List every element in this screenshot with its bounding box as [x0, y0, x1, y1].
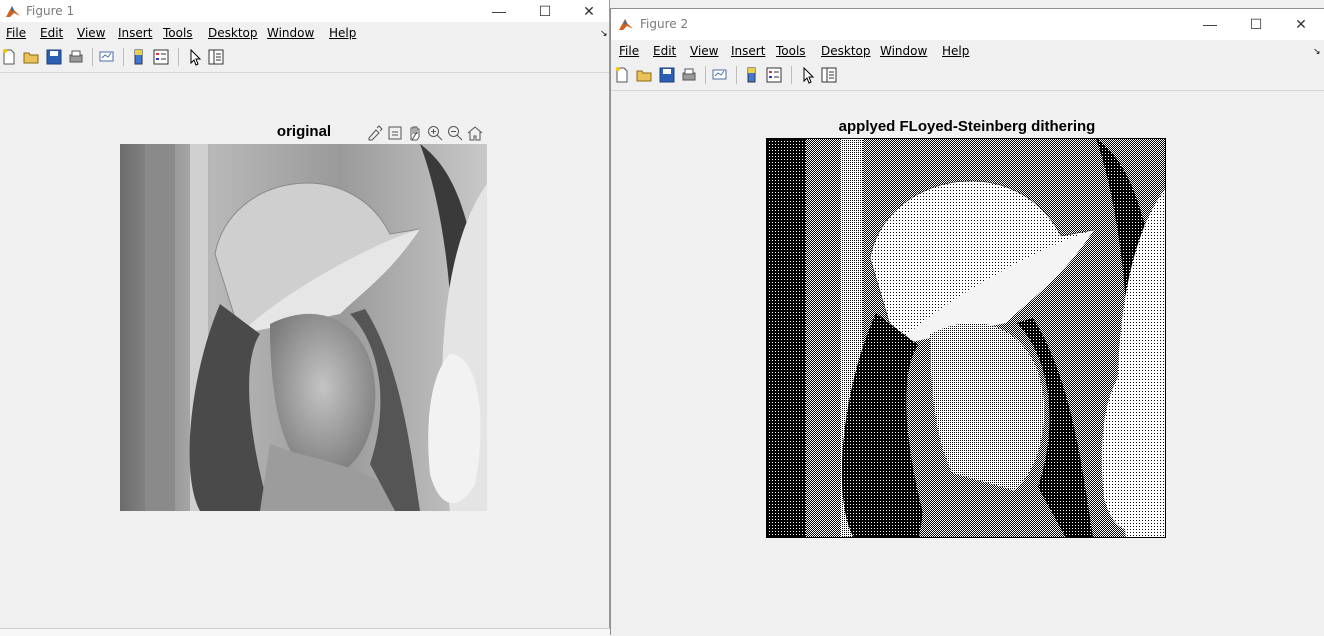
colorbar-icon[interactable]: [130, 48, 148, 66]
menu-desktop[interactable]: Desktop: [208, 26, 258, 40]
menu-window-label: Window: [880, 44, 928, 58]
menu-edit[interactable]: Edit: [40, 26, 63, 40]
save-icon[interactable]: [45, 48, 63, 66]
menu-tools[interactable]: Tools: [776, 44, 806, 58]
menu-help[interactable]: Help: [942, 44, 969, 58]
legend-icon[interactable]: [152, 48, 170, 66]
figure-toolbar: [611, 62, 1324, 91]
window-title: Figure 2: [640, 17, 689, 31]
menu-window[interactable]: Window: [880, 44, 927, 58]
colorbar-icon[interactable]: [743, 66, 761, 84]
menu-help-label: Help: [942, 44, 970, 58]
toolbar-separator: [736, 66, 737, 84]
menu-bar: File Edit View Insert Tools Desktop Wind…: [611, 40, 1324, 62]
zoom-in-icon[interactable]: [426, 124, 444, 142]
menu-desktop-label: Desktop: [821, 44, 871, 58]
menu-help[interactable]: Help: [329, 26, 356, 40]
title-bar[interactable]: Figure 1 — ☐ ✕: [0, 0, 609, 22]
figure-toolbar: [0, 44, 609, 73]
menu-insert-label: Insert: [731, 44, 766, 58]
toolbar-separator: [178, 48, 179, 66]
menu-window-label: Window: [267, 26, 315, 40]
dock-arrow-icon[interactable]: ↘: [600, 28, 608, 39]
figure-1-window: Figure 1 — ☐ ✕ File Edit View Insert Too…: [0, 0, 610, 636]
new-figure-icon[interactable]: [0, 48, 18, 66]
menu-desktop[interactable]: Desktop: [821, 44, 871, 58]
menu-edit-label: Edit: [653, 44, 677, 58]
pointer-icon[interactable]: [799, 66, 817, 84]
toolbar-separator: [791, 66, 792, 84]
menu-view-label: View: [77, 26, 106, 40]
dithered-image: [766, 138, 1166, 538]
menu-edit[interactable]: Edit: [653, 44, 676, 58]
toolbar-separator: [123, 48, 124, 66]
datatip-icon[interactable]: [386, 124, 404, 142]
home-icon[interactable]: [466, 124, 484, 142]
menu-bar: File Edit View Insert Tools Desktop Wind…: [0, 22, 609, 44]
menu-file[interactable]: File: [619, 44, 639, 58]
dock-arrow-icon[interactable]: ↘: [1313, 46, 1321, 57]
menu-view[interactable]: View: [690, 44, 718, 58]
figure-2-window: Figure 2 — ☐ ✕ File Edit View Insert Too…: [610, 8, 1324, 635]
close-icon[interactable]: ✕: [566, 0, 612, 22]
maximize-icon[interactable]: ☐: [522, 0, 568, 22]
menu-insert[interactable]: Insert: [118, 26, 152, 40]
pan-icon[interactable]: [406, 124, 424, 142]
menu-insert-label: Insert: [118, 26, 153, 40]
open-icon[interactable]: [22, 48, 40, 66]
menu-view[interactable]: View: [77, 26, 105, 40]
menu-window[interactable]: Window: [267, 26, 314, 40]
menu-tools[interactable]: Tools: [163, 26, 193, 40]
pointer-icon[interactable]: [186, 48, 204, 66]
axes-toolbar: [366, 124, 490, 142]
link-plot-icon[interactable]: [98, 48, 116, 66]
menu-desktop-label: Desktop: [208, 26, 258, 40]
minimize-icon[interactable]: —: [476, 0, 522, 22]
print-icon[interactable]: [67, 48, 85, 66]
save-icon[interactable]: [658, 66, 676, 84]
zoom-out-icon[interactable]: [446, 124, 464, 142]
menu-tools-label: Tools: [163, 26, 193, 40]
property-inspector-icon[interactable]: [820, 66, 838, 84]
brush-icon[interactable]: [366, 124, 384, 142]
matlab-logo-icon: [619, 19, 633, 30]
legend-icon[interactable]: [765, 66, 783, 84]
link-plot-icon[interactable]: [711, 66, 729, 84]
maximize-icon[interactable]: ☐: [1233, 9, 1279, 39]
menu-view-label: View: [690, 44, 719, 58]
menu-tools-label: Tools: [776, 44, 806, 58]
menu-edit-label: Edit: [40, 26, 64, 40]
toolbar-separator: [705, 66, 706, 84]
menu-file-label: File: [619, 44, 640, 58]
toolbar-separator: [92, 48, 93, 66]
menu-file-label: File: [6, 26, 27, 40]
menu-help-label: Help: [329, 26, 357, 40]
property-inspector-icon[interactable]: [207, 48, 225, 66]
minimize-icon[interactable]: —: [1187, 9, 1233, 39]
print-icon[interactable]: [680, 66, 698, 84]
close-icon[interactable]: ✕: [1278, 9, 1324, 39]
title-bar[interactable]: Figure 2 — ☐ ✕: [611, 9, 1324, 40]
menu-file[interactable]: File: [6, 26, 26, 40]
original-image: [120, 144, 487, 511]
new-figure-icon[interactable]: [613, 66, 631, 84]
open-icon[interactable]: [635, 66, 653, 84]
axes-title: applyed FLoyed-Steinberg dithering: [838, 118, 1096, 135]
window-title: Figure 1: [26, 4, 75, 18]
axes-title: original: [276, 123, 332, 140]
menu-insert[interactable]: Insert: [731, 44, 765, 58]
matlab-logo-icon: [6, 6, 20, 17]
